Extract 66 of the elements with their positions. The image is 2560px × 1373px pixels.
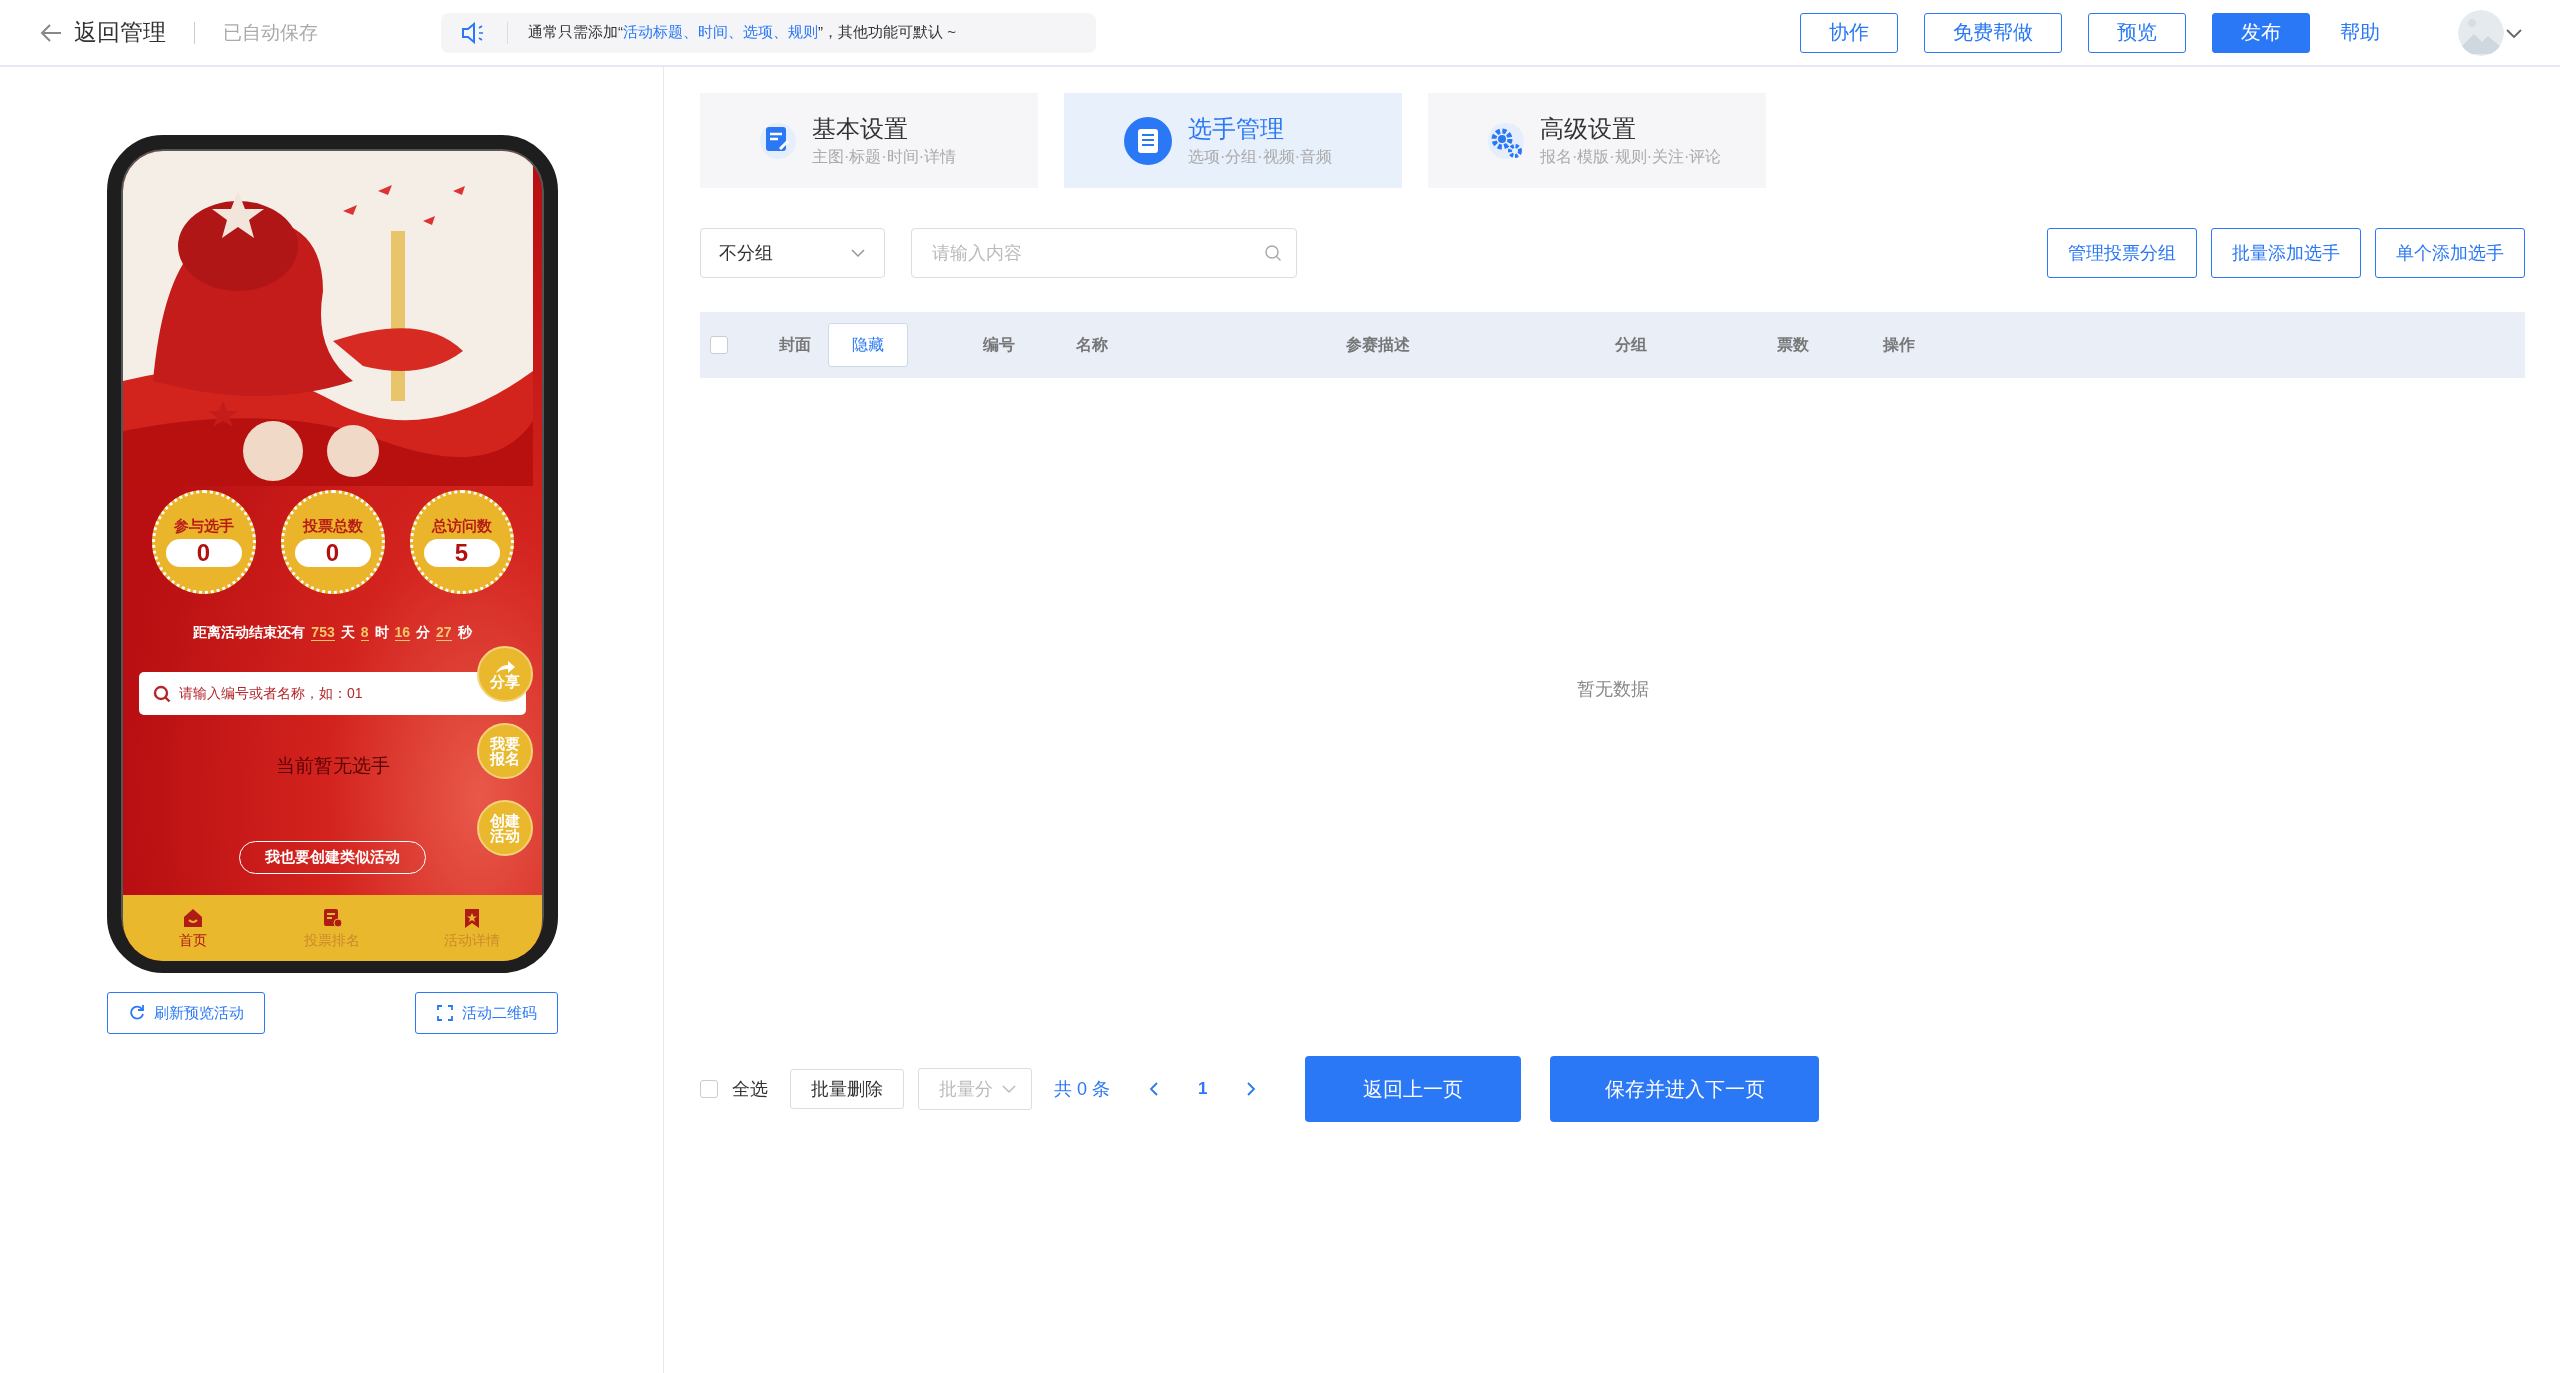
column-header: 操作 bbox=[1883, 334, 1915, 355]
countdown-label: 分 bbox=[416, 624, 431, 642]
column-header: 参赛描述 bbox=[1346, 334, 1410, 355]
notice-text: 通常只需添加“活动标题、时间、选项、规则”，其他功能可默认 ~ bbox=[528, 23, 956, 42]
total-count: 共 0 条 bbox=[1054, 1078, 1110, 1101]
back-button[interactable]: 返回上一页 bbox=[1305, 1056, 1522, 1122]
chevron-down-icon bbox=[850, 248, 866, 258]
empty-message: 当前暂无选手 bbox=[275, 754, 390, 778]
column-header: 编号 bbox=[983, 334, 1015, 355]
settings-tab[interactable]: 选手管理 选项·分组·视频·音频 bbox=[1064, 93, 1402, 188]
back-link[interactable]: 返回管理 bbox=[74, 17, 166, 48]
column-toggle-button[interactable]: 隐藏 bbox=[828, 323, 908, 367]
chevron-down-icon bbox=[1001, 1084, 1017, 1094]
share-icon bbox=[494, 659, 516, 674]
publish-button[interactable]: 发布 bbox=[2212, 12, 2310, 53]
countdown-number: 753 bbox=[311, 624, 335, 641]
countdown-label: 时 bbox=[374, 624, 389, 642]
countdown-number: 16 bbox=[394, 624, 411, 641]
stat-label: 投票总数 bbox=[302, 517, 363, 536]
toolbar-button[interactable]: 预览 bbox=[2088, 12, 2186, 53]
document-icon bbox=[760, 122, 796, 159]
home-icon bbox=[181, 906, 204, 929]
column-header: 票数 bbox=[1777, 334, 1809, 355]
search-icon bbox=[1264, 244, 1282, 262]
preview-action-button[interactable]: 活动二维码 bbox=[415, 992, 558, 1034]
select-all-label[interactable]: 全选 bbox=[732, 1077, 768, 1101]
gear-icon bbox=[1488, 122, 1524, 159]
stat-value: 0 bbox=[294, 539, 371, 567]
page-number[interactable]: 1 bbox=[1198, 1079, 1208, 1099]
toolbar-button[interactable]: 免费帮做 bbox=[1924, 12, 2062, 53]
countdown-label: 天 bbox=[340, 624, 355, 642]
stat-label: 总访问数 bbox=[431, 517, 492, 536]
group-select[interactable]: 不分组 bbox=[700, 228, 885, 278]
chevron-left-icon[interactable] bbox=[1148, 1081, 1160, 1097]
column-header: 封面 bbox=[779, 334, 811, 355]
search-icon bbox=[153, 684, 171, 703]
stat-value: 0 bbox=[165, 539, 242, 567]
column-header: 分组 bbox=[1615, 334, 1647, 355]
checkbox[interactable] bbox=[700, 1080, 718, 1098]
scan-frame-icon bbox=[436, 1004, 454, 1022]
toolbar-button[interactable]: 协作 bbox=[1800, 12, 1898, 53]
countdown-number: 27 bbox=[436, 624, 452, 641]
refresh-icon bbox=[128, 1004, 146, 1022]
chevron-right-icon[interactable] bbox=[1245, 1081, 1258, 1097]
countdown-label: 距离活动结束还有 bbox=[193, 624, 306, 642]
autosave-status: 已自动保存 bbox=[223, 20, 318, 45]
save-next-button[interactable]: 保存并进入下一页 bbox=[1550, 1056, 1820, 1122]
back-arrow-icon[interactable] bbox=[40, 22, 62, 43]
column-header: 名称 bbox=[1076, 334, 1108, 355]
checkbox[interactable] bbox=[710, 336, 728, 354]
preview-action-button[interactable]: 刷新预览活动 bbox=[107, 992, 265, 1034]
countdown-number: 8 bbox=[360, 624, 369, 641]
settings-tab[interactable]: 基本设置 主图·标题·时间·详情 bbox=[700, 93, 1038, 188]
settings-tab[interactable]: 高级设置 报名·模版·规则·关注·评论 bbox=[1428, 93, 1766, 188]
stat-value: 5 bbox=[423, 539, 500, 567]
help-link[interactable]: 帮助 bbox=[2340, 19, 2380, 46]
empty-message: 暂无数据 bbox=[1576, 678, 1649, 701]
toolbar-button[interactable]: 单个添加选手 bbox=[2375, 228, 2525, 278]
countdown-label: 秒 bbox=[457, 624, 472, 642]
stat-label: 参与选手 bbox=[173, 517, 234, 536]
list-icon bbox=[1124, 116, 1172, 165]
toolbar-button[interactable]: 批量添加选手 bbox=[2211, 228, 2361, 278]
batch-delete-button[interactable]: 批量删除 bbox=[790, 1069, 904, 1109]
nav-tab[interactable]: 首页 bbox=[147, 906, 238, 950]
toolbar-button[interactable]: 管理投票分组 bbox=[2047, 228, 2197, 278]
rank-icon bbox=[321, 906, 344, 929]
